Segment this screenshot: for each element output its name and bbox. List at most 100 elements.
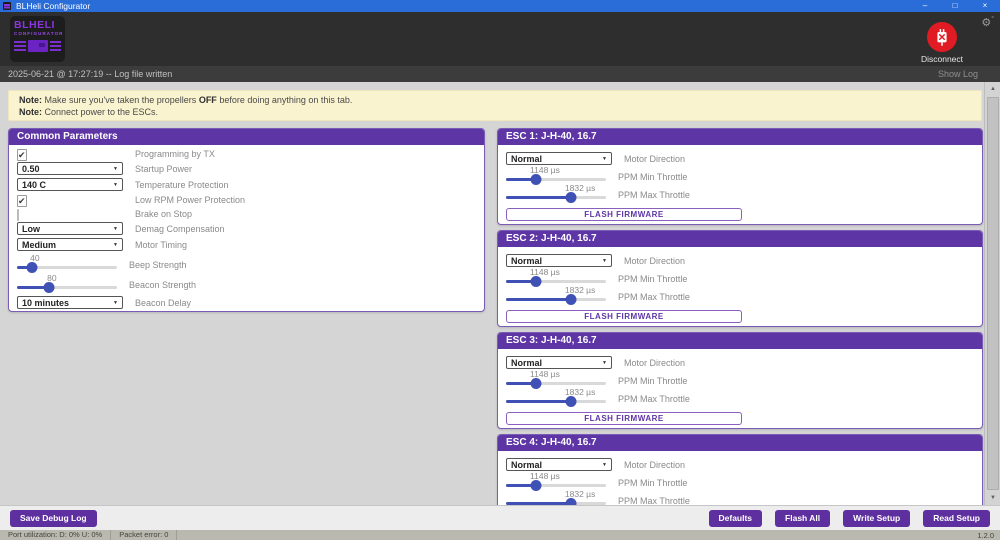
note-prefix: Note: [19,95,42,105]
save-debug-log-button[interactable]: Save Debug Log [10,510,97,527]
app-icon [3,2,11,10]
ppm-max-slider[interactable]: 1832 µs [506,388,606,408]
flash-all-button[interactable]: Flash All [775,510,830,527]
show-log-link[interactable]: Show Log [938,69,978,79]
demag-compensation-select[interactable]: Low ▼ [17,222,123,235]
log-message: 2025-06-21 @ 17:27:19 -- Log file writte… [8,69,172,79]
footer-bar: Save Debug Log Defaults Flash All Write … [0,505,1000,530]
esc-panel-3: ESC 3: J-H-40, 16.7 Normal ▼ Motor Direc… [497,332,983,429]
settings-gear-icon[interactable]: ⚙° [981,16,994,29]
beep-strength-label: Beep Strength [129,260,187,270]
note-bold: OFF [199,95,217,105]
common-parameters-panel: Common Parameters ✔ Programming by TX 0.… [8,128,485,312]
row-motor-direction: Normal ▼ Motor Direction [506,356,974,369]
esc-panel-body: Normal ▼ Motor Direction 1148 µs PPM Min… [498,451,982,505]
ppm-max-label: PPM Max Throttle [618,496,690,505]
row-beacon-strength: 80 Beacon Strength [17,274,476,294]
minimize-icon[interactable]: – [910,0,940,12]
note-text: before doing anything on this tab. [217,95,353,105]
slider-thumb[interactable] [566,294,577,305]
scroll-down-icon[interactable]: ▼ [985,491,1000,505]
motor-direction-select[interactable]: Normal ▼ [506,458,612,471]
slider-thumb[interactable] [566,498,577,505]
flash-firmware-button[interactable]: FLASH FIRMWARE [506,412,742,425]
brake-on-stop-label: Brake on Stop [135,209,192,219]
brake-on-stop-checkbox[interactable] [17,209,19,221]
scroll-up-icon[interactable]: ▲ [985,82,1000,96]
slider-thumb[interactable] [566,396,577,407]
motor-direction-select[interactable]: Normal ▼ [506,152,612,165]
motor-direction-select[interactable]: Normal ▼ [506,254,612,267]
note-text: Connect power to the ESCs. [42,107,158,117]
write-setup-button[interactable]: Write Setup [843,510,910,527]
read-setup-button[interactable]: Read Setup [923,510,990,527]
ppm-min-label: PPM Min Throttle [618,274,687,284]
slider-thumb[interactable] [566,192,577,203]
ppm-max-slider[interactable]: 1832 µs [506,286,606,306]
row-ppm-max: 1832 µs PPM Max Throttle [506,492,974,505]
beacon-strength-slider[interactable]: 80 [17,274,117,294]
ppm-max-slider[interactable]: 1832 µs [506,184,606,204]
esc-panel-body: Normal ▼ Motor Direction 1148 µs PPM Min… [498,145,982,221]
chevron-down-icon: ▼ [602,156,607,162]
beacon-strength-label: Beacon Strength [129,280,196,290]
select-value: 140 C [22,180,46,190]
packet-error-status: Packet error: 0 [111,530,177,540]
blheli-logo: BLHELI CONFIGURATOR [10,16,65,62]
select-value: 10 minutes [22,298,69,308]
version-label: 1.2.0 [977,531,1000,540]
common-parameters-body: ✔ Programming by TX 0.50 ▼ Startup Power… [9,145,484,309]
note-box: Note: Make sure you've taken the propell… [8,90,982,121]
note-prefix: Note: [19,107,42,117]
esc-column: ESC 1: J-H-40, 16.7 Normal ▼ Motor Direc… [497,128,983,505]
slider-thumb[interactable] [44,282,55,293]
programming-by-tx-checkbox[interactable]: ✔ [17,149,27,161]
flash-firmware-button[interactable]: FLASH FIRMWARE [506,310,742,323]
programming-by-tx-label: Programming by TX [135,149,215,159]
chevron-down-icon: ▼ [113,300,118,306]
row-beacon-delay: 10 minutes ▼ Beacon Delay [17,296,476,309]
slider-fill [506,400,571,403]
slider-fill [506,298,571,301]
select-value: Low [22,224,40,234]
esc-panel-header: ESC 2: J-H-40, 16.7 [498,231,982,247]
row-programming-by-tx: ✔ Programming by TX [17,148,476,160]
scrollbar-thumb[interactable] [987,97,999,490]
common-parameters-header: Common Parameters [9,129,484,145]
flash-firmware-button[interactable]: FLASH FIRMWARE [506,208,742,221]
demag-compensation-label: Demag Compensation [135,224,225,234]
vertical-scrollbar[interactable]: ▲ ▼ [984,82,1000,505]
row-motor-timing: Medium ▼ Motor Timing [17,238,476,251]
slider-fill [506,196,571,199]
row-temperature-protection: 140 C ▼ Temperature Protection [17,178,476,191]
maximize-icon[interactable]: □ [940,0,970,12]
select-value: Normal [511,460,542,470]
slider-thumb[interactable] [27,262,38,273]
ppm-min-label: PPM Min Throttle [618,376,687,386]
close-icon[interactable]: × [970,0,1000,12]
defaults-button[interactable]: Defaults [709,510,763,527]
select-value: Normal [511,358,542,368]
esc-panel-2: ESC 2: J-H-40, 16.7 Normal ▼ Motor Direc… [497,230,983,327]
disconnect-button[interactable]: Disconnect [912,22,972,64]
logo-text-main: BLHELI [14,20,61,31]
row-demag-compensation: Low ▼ Demag Compensation [17,222,476,235]
chevron-down-icon: ▼ [113,242,118,248]
note-line-2: Note: Connect power to the ESCs. [19,106,971,118]
gear-icon: ⚙ [981,17,991,29]
beacon-delay-select[interactable]: 10 minutes ▼ [17,296,123,309]
motor-direction-select[interactable]: Normal ▼ [506,356,612,369]
esc-panel-body: Normal ▼ Motor Direction 1148 µs PPM Min… [498,247,982,323]
beep-strength-slider[interactable]: 40 [17,254,117,274]
esc-panel-1: ESC 1: J-H-40, 16.7 Normal ▼ Motor Direc… [497,128,983,225]
ppm-max-slider[interactable]: 1832 µs [506,490,606,505]
main-content: Note: Make sure you've taken the propell… [0,82,1000,505]
esc-panel-header: ESC 4: J-H-40, 16.7 [498,435,982,451]
motor-timing-select[interactable]: Medium ▼ [17,238,123,251]
select-value: Medium [22,240,56,250]
chevron-down-icon: ▼ [602,462,607,468]
temperature-protection-select[interactable]: 140 C ▼ [17,178,123,191]
startup-power-select[interactable]: 0.50 ▼ [17,162,123,175]
motor-direction-label: Motor Direction [624,256,685,266]
row-motor-direction: Normal ▼ Motor Direction [506,152,974,165]
